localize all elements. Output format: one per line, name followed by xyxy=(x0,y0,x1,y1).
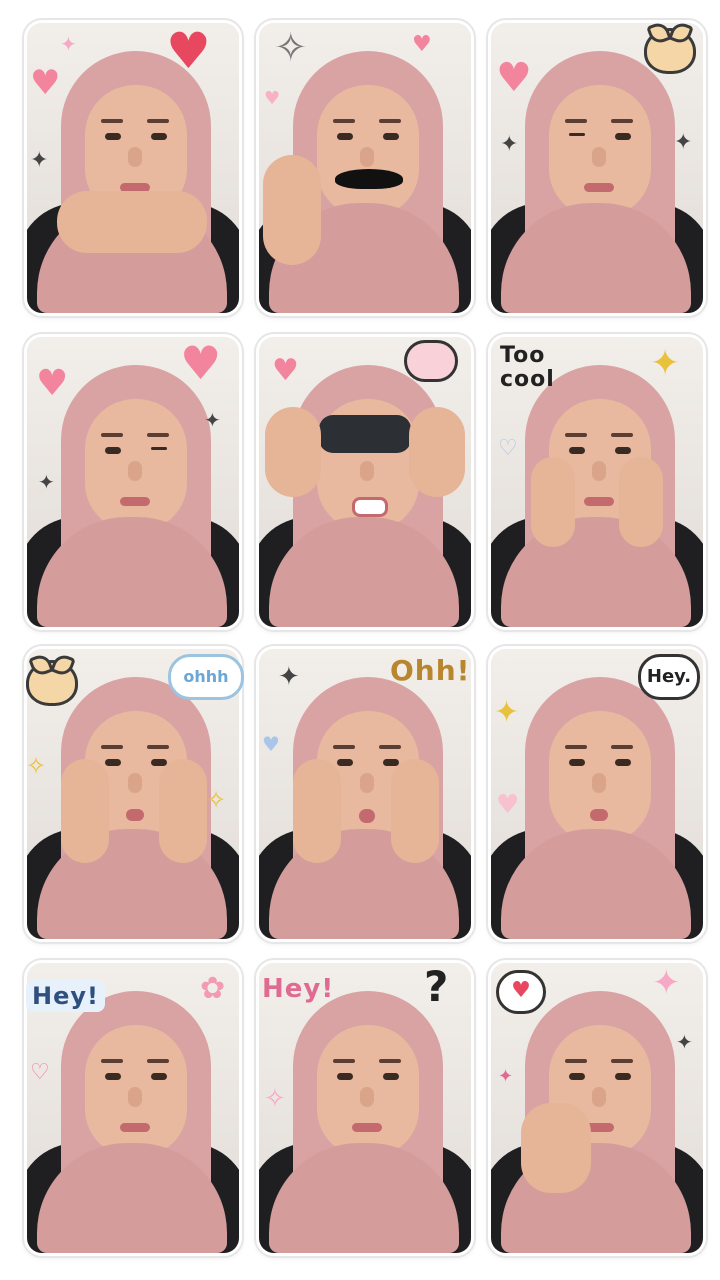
hand xyxy=(391,759,439,863)
heart-icon: ♥ xyxy=(30,63,61,103)
sparkle-icon: ✦ xyxy=(60,32,77,56)
sparkle-icon: ✦ xyxy=(500,132,519,157)
mustache-icon xyxy=(335,169,403,189)
sparkle-icon: ✦ xyxy=(204,408,221,432)
text-ohhh: ohhh xyxy=(183,667,229,686)
question-icon: ? xyxy=(424,962,450,1011)
hand xyxy=(409,407,465,497)
hand xyxy=(521,1103,591,1193)
sparkle-icon: ✧ xyxy=(206,786,227,814)
heart-icon: ♥ xyxy=(496,55,532,101)
too-cool-text: Too cool xyxy=(500,344,555,392)
cat-face-icon xyxy=(26,660,78,706)
heart-icon: ♥ xyxy=(166,22,211,80)
sparkle-icon: ✧ xyxy=(264,1084,286,1114)
ohhh-bubble: ohhh xyxy=(168,654,244,700)
heart-icon: ♡ xyxy=(498,436,518,461)
hey-bubble: Hey. xyxy=(638,654,700,700)
dog-face-icon xyxy=(644,28,696,74)
heart-bubble-icon: ♥ xyxy=(496,970,546,1014)
sparkle-icon: ✦ xyxy=(650,343,681,384)
text-hey-blue: Hey! xyxy=(26,980,105,1012)
heart-icon: ♥ xyxy=(496,790,520,820)
speech-bubble-icon xyxy=(404,340,458,382)
hand xyxy=(531,457,575,547)
text-hey-dot: Hey. xyxy=(646,666,692,687)
text-cool: cool xyxy=(500,367,555,392)
sparkle-icon: ✦ xyxy=(30,148,49,173)
heart-icon: ♥ xyxy=(412,32,432,57)
heart-icon: ♡ xyxy=(30,1060,50,1085)
sparkle-icon: ✦ xyxy=(652,963,681,1003)
sparkle-icon: ✦ xyxy=(278,662,300,692)
peace-hand xyxy=(263,155,321,265)
sparkle-icon: ✦ xyxy=(498,1066,514,1087)
text-ohh: Ohh! xyxy=(390,654,471,687)
heart-icon: ♥ xyxy=(272,353,299,388)
sparkle-icon: ✦ xyxy=(674,130,693,155)
sparkle-icon: ✦ xyxy=(676,1030,693,1054)
hand xyxy=(61,759,109,863)
binoculars-icon xyxy=(319,415,411,453)
heart-hands xyxy=(57,191,207,253)
heart-icon: ♥ xyxy=(262,732,280,756)
hand xyxy=(293,759,341,863)
hand xyxy=(619,457,663,547)
sparkle-icon: ✦ xyxy=(38,470,55,494)
sparkle-icon: ✧ xyxy=(26,752,47,780)
hand xyxy=(159,759,207,863)
heart-icon: ♥ xyxy=(264,88,281,109)
text-hey-pink: Hey! xyxy=(262,974,335,1004)
sparkle-icon: ✧ xyxy=(274,25,308,71)
sticker-grid: ♥ ♥ ✦ ✦ ✧ ♥ ♥ ♥ ✦ ✦ ♥ ♥ ✦ ✦ ♥ Too cool ✦… xyxy=(0,0,720,1280)
hand xyxy=(265,407,321,497)
heart-icon: ♥ xyxy=(36,363,69,404)
portrait-photo xyxy=(259,649,471,939)
sparkle-icon: ✦ xyxy=(494,695,520,730)
heart-icon: ♥ xyxy=(180,336,222,390)
flower-icon: ✿ xyxy=(200,971,226,1006)
text-too: Too xyxy=(500,343,546,368)
